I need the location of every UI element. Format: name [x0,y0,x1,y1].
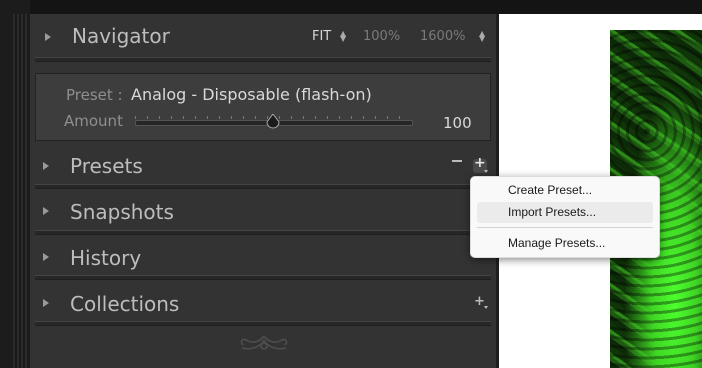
snapshots-separator [35,230,491,235]
preset-label: Preset : [66,86,123,104]
preset-name: Analog - Disposable (flash-on) [131,85,372,104]
amount-slider-thumb[interactable] [266,114,280,130]
add-preset-context-menu: Create Preset... Import Presets... Manag… [470,176,660,258]
preset-amount-box [35,73,491,141]
zoom-custom-updown-icon[interactable]: ▲ ▼ [479,30,485,43]
zoom-100-option[interactable]: 100% [363,29,400,44]
menu-separator [477,227,653,228]
navigator-expand-icon[interactable] [45,33,51,41]
amount-label: Amount [64,112,123,130]
history-expand-icon[interactable] [43,253,49,261]
panel-collapse-handle[interactable] [13,14,27,368]
add-collection-dropdown-icon[interactable] [484,306,488,309]
plus-icon[interactable]: + [474,155,486,171]
presets-expand-icon[interactable] [43,162,49,170]
zoom-fit-updown-icon[interactable]: ▲ ▼ [340,30,346,43]
history-separator [35,275,491,280]
left-panel-edge [0,0,30,368]
zoom-fit-option[interactable]: FIT [312,29,331,44]
amount-value[interactable]: 100 [443,114,472,132]
navigator-separator [35,57,491,62]
minus-icon[interactable] [452,160,462,162]
snapshots-title[interactable]: Snapshots [70,200,174,224]
add-preset-dropdown-icon[interactable] [484,170,488,173]
menu-item-create-preset[interactable]: Create Preset... [477,180,653,201]
collections-title[interactable]: Collections [70,292,179,316]
collections-separator [35,321,491,326]
zoom-1600-option[interactable]: 1600% [420,29,465,44]
navigator-title[interactable]: Navigator [72,24,170,48]
panel-end-ornament-icon [240,335,288,350]
snapshots-expand-icon[interactable] [43,207,49,215]
presets-separator [35,184,491,189]
menu-item-import-presets[interactable]: Import Presets... [477,202,653,223]
history-title[interactable]: History [70,246,141,270]
presets-title[interactable]: Presets [70,154,143,178]
collections-expand-icon[interactable] [43,299,49,307]
menu-item-manage-presets[interactable]: Manage Presets... [477,233,653,254]
